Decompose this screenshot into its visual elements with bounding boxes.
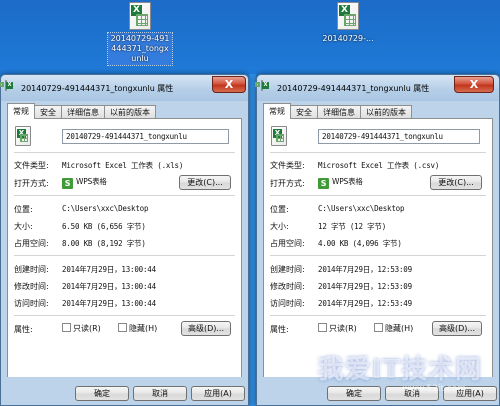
created-label: 创建时间: [270, 265, 305, 274]
hidden-checkbox[interactable]: 隐藏(H) [374, 323, 413, 334]
tab-bar: 常规 安全 详细信息 以前的版本 [7, 103, 156, 119]
tab-previous-versions[interactable]: 以前的版本 [360, 105, 412, 119]
readonly-label: 只读(R) [73, 324, 101, 333]
general-panel: X 20140729-491444371_tongxunlu 文件类型: Mic… [7, 118, 242, 378]
size-label: 大小: [270, 222, 289, 231]
advanced-button[interactable]: 高级(D)... [181, 321, 231, 336]
excel-file-icon: X [255, 80, 269, 91]
title-bar[interactable]: X 20140729-491444371_tongxunlu 属性 X [0, 75, 248, 101]
excel-file-icon: X [0, 80, 13, 91]
divider [270, 195, 486, 196]
advanced-button[interactable]: 高级(D)... [432, 321, 482, 336]
window-title: 20140729-491444371_tongxunlu 属性 [277, 83, 430, 93]
cancel-button[interactable]: 取消 [133, 386, 187, 401]
created-label: 创建时间: [14, 265, 49, 274]
ok-button[interactable]: 确定 [327, 386, 381, 401]
desktop-file-xls[interactable]: X 20140729-491444371_tongxunlu [107, 2, 173, 66]
readonly-label: 只读(R) [329, 324, 357, 333]
divider [270, 255, 486, 256]
excel-file-icon: X [337, 2, 359, 30]
readonly-checkbox[interactable]: 只读(R) [318, 323, 357, 334]
tab-bar: 常规 安全 详细信息 以前的版本 [263, 103, 412, 119]
wps-icon: S [62, 178, 73, 189]
file-type-value: Microsoft Excel 工作表 (.csv) [318, 161, 440, 170]
divider [14, 315, 235, 316]
hidden-label: 隐藏(H) [385, 324, 414, 333]
close-button[interactable]: X [212, 76, 246, 93]
filename-input[interactable]: 20140729-491444371_tongxunlu [62, 129, 229, 144]
location-label: 位置: [270, 205, 289, 214]
tab-general[interactable]: 常规 [7, 103, 35, 119]
modified-label: 修改时间: [270, 282, 305, 291]
tab-security[interactable]: 安全 [34, 105, 62, 119]
properties-window-csv: X 20140729-491444371_tongxunlu 属性 X 常规 安… [255, 74, 500, 406]
hidden-label: 隐藏(H) [129, 324, 158, 333]
close-button[interactable]: X [454, 76, 494, 93]
tab-security[interactable]: 安全 [290, 105, 318, 119]
file-type-label: 文件类型: [14, 161, 49, 170]
attributes-label: 属性: [270, 325, 289, 334]
divider [14, 152, 235, 153]
attributes-label: 属性: [14, 325, 33, 334]
tab-details[interactable]: 详细信息 [317, 105, 361, 119]
disk-size-value: 4.00 KB (4,096 字节) [318, 239, 402, 248]
size-value: 12 字节 (12 字节) [318, 222, 387, 231]
tab-general[interactable]: 常规 [263, 103, 291, 119]
general-panel: X 20140729-491444371_tongxunlu 文件类型: Mic… [263, 118, 493, 378]
change-button[interactable]: 更改(C)... [430, 175, 482, 190]
modified-value: 2014年7月29日，12:53:09 [318, 282, 412, 291]
desktop-file-label: 20140729-... [322, 34, 374, 43]
location-label: 位置: [14, 205, 33, 214]
divider [14, 255, 235, 256]
accessed-label: 访问时间: [14, 299, 49, 308]
excel-file-icon: X [271, 126, 287, 146]
disk-size-value: 8.00 KB (8,192 字节) [62, 239, 146, 248]
open-with-app: S WPS表格 [318, 176, 363, 189]
desktop-file-label: 20140729-491444371_tongxunlu [107, 32, 173, 66]
desktop-gap [249, 74, 256, 406]
file-type-value: Microsoft Excel 工作表 (.xls) [62, 161, 184, 170]
open-with-app: S WPS表格 [62, 176, 107, 189]
location-value: C:\Users\xxc\Desktop [62, 204, 149, 213]
divider [14, 195, 235, 196]
disk-size-label: 占用空间: [270, 239, 305, 248]
change-button[interactable]: 更改(C)... [179, 175, 231, 190]
created-value: 2014年7月29日，13:00:44 [62, 265, 156, 274]
hidden-checkbox[interactable]: 隐藏(H) [118, 323, 157, 334]
cancel-button[interactable]: 取消 [385, 386, 439, 401]
created-value: 2014年7月29日，12:53:09 [318, 265, 412, 274]
window-title: 20140729-491444371_tongxunlu 属性 [21, 83, 174, 93]
excel-file-icon: X [129, 2, 151, 30]
apply-button[interactable]: 应用(A) [443, 386, 497, 401]
modified-value: 2014年7月29日，13:00:44 [62, 282, 156, 291]
open-with-label: 打开方式: [14, 179, 49, 188]
open-with-app-label: WPS表格 [76, 177, 107, 186]
readonly-checkbox[interactable]: 只读(R) [62, 323, 101, 334]
button-bar: 确定 取消 应用(A) [257, 377, 499, 405]
open-with-label: 打开方式: [270, 179, 305, 188]
open-with-app-label: WPS表格 [332, 177, 363, 186]
ok-button[interactable]: 确定 [75, 386, 129, 401]
filename-input[interactable]: 20140729-491444371_tongxunlu [318, 129, 480, 144]
title-bar[interactable]: X 20140729-491444371_tongxunlu 属性 X [255, 75, 499, 101]
wps-icon: S [318, 178, 329, 189]
disk-size-label: 占用空间: [14, 239, 49, 248]
desktop-file-csv[interactable]: X 20140729-... [316, 2, 380, 45]
button-bar: 确定 取消 应用(A) [1, 377, 248, 405]
modified-label: 修改时间: [14, 282, 49, 291]
tab-details[interactable]: 详细信息 [61, 105, 105, 119]
divider [270, 315, 486, 316]
accessed-value: 2014年7月29日，13:00:44 [62, 299, 156, 308]
accessed-value: 2014年7月29日，12:53:49 [318, 299, 412, 308]
accessed-label: 访问时间: [270, 299, 305, 308]
tab-previous-versions[interactable]: 以前的版本 [104, 105, 156, 119]
size-value: 6.50 KB (6,656 字节) [62, 222, 146, 231]
location-value: C:\Users\xxc\Desktop [318, 204, 405, 213]
file-type-label: 文件类型: [270, 161, 305, 170]
divider [270, 152, 486, 153]
properties-window-xls: X 20140729-491444371_tongxunlu 属性 X 常规 安… [0, 74, 249, 406]
apply-button[interactable]: 应用(A) [191, 386, 245, 401]
excel-file-icon: X [15, 126, 31, 146]
size-label: 大小: [14, 222, 33, 231]
